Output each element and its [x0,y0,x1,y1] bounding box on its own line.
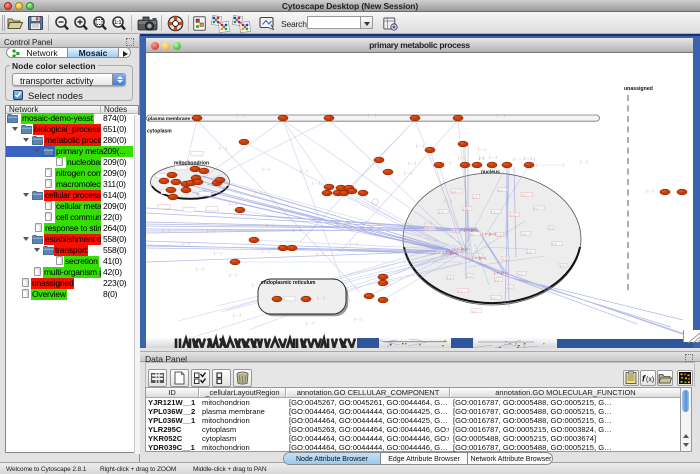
svg-text:[··]: [··] [534,207,538,211]
svg-text:[··]: [··] [522,194,526,198]
svg-text:[··]: [··] [467,275,471,279]
svg-text:[--·--]: [--·--] [408,161,416,165]
svg-text:[-·x·-][x-x]: [-·x·-][x-x] [494,271,508,275]
svg-text:[--·--]: [--·--] [478,147,486,151]
svg-text:[··]: [··] [495,279,499,283]
svg-text:[--··--··--··--··--]: [--··--··--··--··--] [513,157,535,161]
svg-text:[··]: [··] [463,207,467,211]
svg-text:[--·--]: [--·--] [337,223,345,227]
svg-text:[··]: [··] [460,254,464,258]
svg-text:[··]: [··] [472,309,476,313]
svg-text:[··]: [··] [553,242,557,246]
svg-text:[··]: [··] [549,227,553,231]
svg-text:[--·--]: [--·--] [219,146,227,150]
svg-text:[--·--]: [--·--] [354,317,362,321]
svg-text:nucleus: nucleus [481,170,500,176]
svg-text:[--·--]: [--·--] [368,113,376,117]
svg-text:[··]: [··] [470,232,474,236]
svg-text:endoplasmic reticulum: endoplasmic reticulum [261,280,316,286]
svg-text:[--·--]: [--·--] [489,155,497,159]
svg-text:[-·x·-][x-x]: [-·x·-][x-x] [454,247,468,251]
svg-text:[--·--]: [--·--] [229,202,237,206]
svg-text:[··]: [··] [491,296,495,300]
svg-text:[··]: [··] [497,233,501,237]
svg-text:(x): (x) [646,377,654,384]
svg-text:[--·--]: [--·--] [229,273,237,277]
svg-text:[··]: [··] [447,276,451,280]
svg-text:[--·--]: [--·--] [646,189,654,193]
svg-text:[--·--]: [--·--] [207,229,215,233]
svg-text:[-·x·-][x-x]: [-·x·-][x-x] [464,228,478,232]
svg-text:[--·--]: [--·--] [364,227,372,231]
svg-text:[-·x·-][x-x]: [-·x·-][x-x] [443,251,457,255]
svg-text:[--·--]: [--·--] [316,252,324,256]
svg-text:[--·--]: [--·--] [196,267,204,271]
svg-text:[--·--]: [--·--] [252,283,260,287]
svg-text:[··]: [··] [560,264,564,268]
svg-text:[--·--]: [--·--] [404,171,412,175]
svg-text:[--·--]: [--·--] [317,296,325,300]
svg-text:[··]: [··] [452,229,456,233]
svg-text:[--·--]: [--·--] [497,113,505,117]
svg-text:[··]: [··] [522,232,526,236]
svg-text:[--·--]: [--·--] [458,156,466,160]
svg-text:[--·--]: [--·--] [182,241,190,245]
svg-text:[--·--]: [--·--] [266,223,274,227]
svg-text:[--·--]: [--·--] [214,251,222,255]
svg-text:[--·--]: [--·--] [580,160,588,164]
svg-text:[··]: [··] [507,286,511,290]
svg-text:[--·--]: [--·--] [162,229,170,233]
svg-text:[--·--]: [--·--] [262,249,270,253]
svg-text:cytoplasm: cytoplasm [147,129,172,135]
svg-text:[··]: [··] [473,196,477,200]
svg-text:[··]: [··] [439,210,443,214]
svg-text:[--·--]: [--·--] [293,228,301,232]
svg-text:[··]: [··] [458,289,462,293]
svg-text:[--·--]: [--·--] [254,191,262,195]
svg-text:[··]: [··] [527,250,531,254]
svg-text:[··]: [··] [510,213,514,217]
svg-text:[··]: [··] [437,251,441,255]
svg-text:[--·--]: [--·--] [444,199,452,203]
svg-text:[··]: [··] [518,272,522,276]
svg-text:[--·--]: [--·--] [233,313,241,317]
svg-text:[--·--]: [--·--] [416,144,424,148]
svg-text:[--·--]: [--·--] [262,167,270,171]
svg-text:[-·x·-][x-x]: [-·x·-][x-x] [482,232,496,236]
svg-text:unassigned: unassigned [624,86,653,92]
svg-text:[··]: [··] [425,228,429,232]
svg-text:[··]: [··] [499,188,503,192]
svg-text:[-·x·-][x-x]: [-·x·-][x-x] [472,256,486,260]
svg-text:[--·--]: [--·--] [237,113,245,117]
svg-text:plasma membrane: plasma membrane [148,116,190,122]
svg-text:[··]: [··] [503,257,507,261]
svg-text:[--··--··--··--··--··--·]: [--··--··--··--··--··--·] [536,163,564,167]
svg-text:[--·--]: [--·--] [312,181,320,185]
svg-text:[--·--]: [--·--] [306,321,314,325]
svg-text:[--·--]: [--·--] [350,242,358,246]
svg-text:[-·-]: [-·-] [479,156,484,160]
svg-text:[··]: [··] [452,190,456,194]
svg-text:[--·--]: [--·--] [424,221,432,225]
svg-text:[--·--]: [--·--] [300,169,308,173]
svg-text:[··]: [··] [492,210,496,214]
